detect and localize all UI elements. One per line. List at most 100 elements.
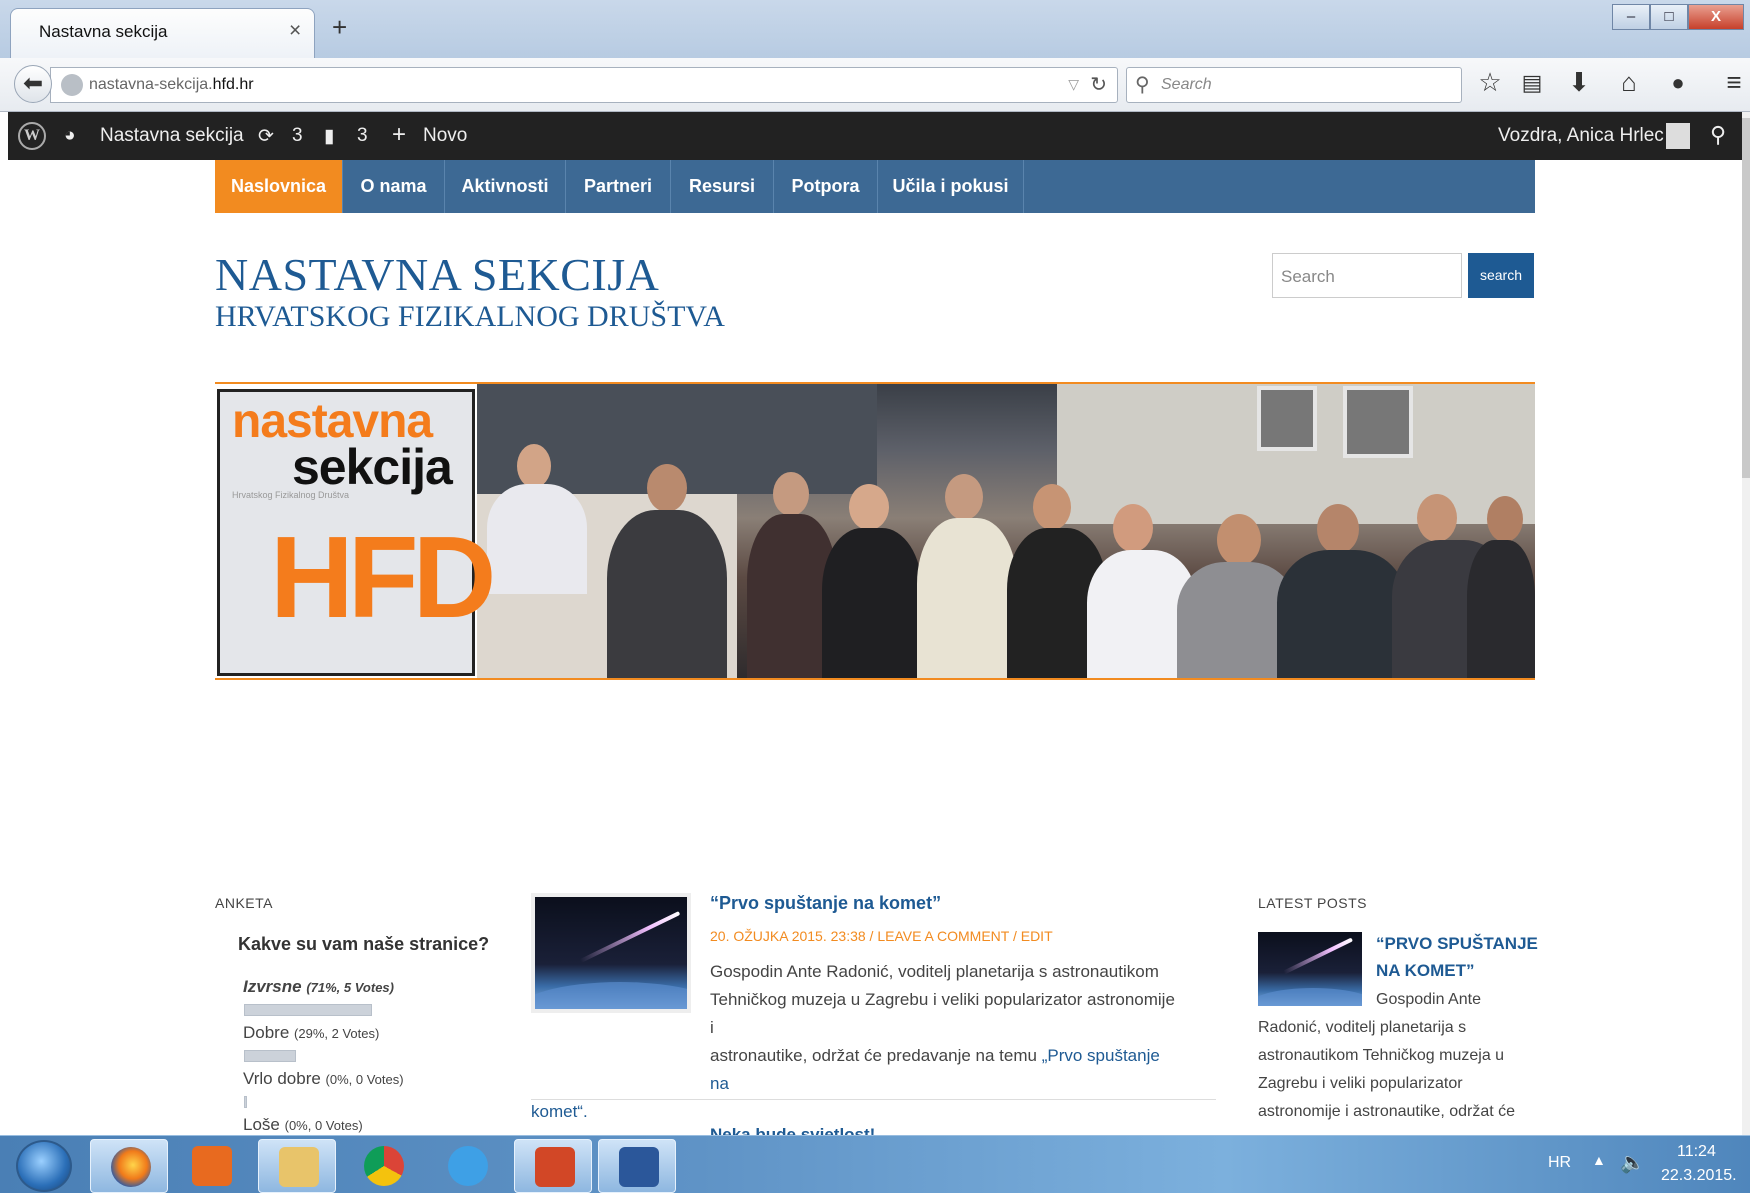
clock-time[interactable]: 11:24 bbox=[1677, 1143, 1716, 1161]
latest-post-excerpt-first: Gospodin Ante bbox=[1376, 991, 1481, 1008]
language-indicator[interactable]: HR bbox=[1548, 1154, 1571, 1172]
taskbar-media-player[interactable] bbox=[172, 1139, 250, 1193]
minimize-button[interactable]: – bbox=[1612, 4, 1650, 30]
site-navigation: Naslovnica O nama Aktivnosti Partneri Re… bbox=[215, 160, 1535, 213]
poll-widget-title: ANKETA bbox=[215, 895, 273, 911]
back-button[interactable]: ⬅ bbox=[14, 65, 52, 103]
comments-icon[interactable]: ▮ bbox=[324, 125, 334, 148]
browser-toolbar: nastavna-sekcija.hfd.hr ▽ ↻ ⬅ ⚲ Search ☆… bbox=[0, 58, 1750, 112]
poll-answer-stats: (29%, 2 Votes) bbox=[294, 1026, 380, 1041]
clock-date[interactable]: 22.3.2015. bbox=[1661, 1167, 1737, 1185]
taskbar-powerpoint[interactable] bbox=[514, 1139, 592, 1193]
new-tab-button[interactable]: + bbox=[332, 12, 347, 43]
nav-item-aktivnosti[interactable]: Aktivnosti bbox=[445, 160, 566, 213]
latest-post-excerpt-rest: Radonić, voditelj planetarija s astronau… bbox=[1258, 1019, 1516, 1120]
firefox-icon bbox=[111, 1147, 151, 1187]
poll-bar bbox=[244, 1050, 296, 1062]
site-search-input[interactable]: Search bbox=[1272, 253, 1462, 298]
post-divider bbox=[531, 1099, 1216, 1100]
poll-answer-label: Dobre bbox=[243, 1023, 290, 1042]
bookmark-star-icon[interactable]: ☆ bbox=[1473, 67, 1507, 98]
poll-answer: Vrlo dobre (0%, 0 Votes) bbox=[243, 1069, 404, 1089]
poll-answer-label: Izvrsne bbox=[243, 977, 302, 996]
chrome-icon bbox=[364, 1146, 404, 1186]
taskbar-word[interactable] bbox=[598, 1139, 676, 1193]
user-greeting[interactable]: Vozdra, Anica Hrlec bbox=[1498, 125, 1664, 147]
wp-admin-bar: W ◕ Nastavna sekcija ⟳ 3 ▮ 3 + Novo Vozd… bbox=[8, 112, 1742, 160]
avatar[interactable] bbox=[1666, 123, 1690, 149]
poll-answer-stats: (0%, 0 Votes) bbox=[284, 1118, 363, 1133]
bookmarks-list-icon[interactable]: ▤ bbox=[1515, 70, 1549, 96]
close-window-button[interactable]: X bbox=[1688, 4, 1744, 30]
reload-icon[interactable]: ↻ bbox=[1090, 72, 1107, 97]
post-excerpt-line: astronautike, održat će predavanje na te… bbox=[531, 1042, 1181, 1098]
tab-title: Nastavna sekcija bbox=[39, 22, 168, 41]
new-content-link[interactable]: Novo bbox=[423, 125, 467, 147]
chat-icon[interactable]: ● bbox=[1661, 70, 1695, 96]
comments-count[interactable]: 3 bbox=[357, 125, 368, 147]
nav-item-ucila-i-pokusi[interactable]: Učila i pokusi bbox=[878, 160, 1024, 213]
dashboard-icon: ◕ bbox=[64, 125, 76, 146]
show-hidden-icons[interactable]: ▲ bbox=[1592, 1152, 1606, 1168]
browser-search-field[interactable]: ⚲ Search bbox=[1126, 67, 1462, 103]
browser-tab[interactable]: Nastavna sekcija × bbox=[10, 8, 315, 58]
logo-text-drustvo: Hrvatskog Fizikalnog Društva bbox=[232, 490, 350, 500]
admin-search-icon[interactable]: ⚲ bbox=[1710, 122, 1726, 148]
word-icon bbox=[619, 1147, 659, 1187]
media-player-icon bbox=[192, 1146, 232, 1186]
site-title[interactable]: NASTAVNA SEKCIJA bbox=[215, 248, 659, 301]
address-bar[interactable]: nastavna-sekcija.hfd.hr ▽ ↻ bbox=[50, 67, 1118, 103]
taskbar-internet-explorer[interactable] bbox=[428, 1139, 506, 1193]
poll-bar bbox=[244, 1096, 247, 1108]
poll-answer-stats: (71%, 5 Votes) bbox=[306, 980, 394, 995]
folder-icon bbox=[279, 1147, 319, 1187]
browser-tab-strip: Nastavna sekcija × + – □ X bbox=[0, 0, 1750, 58]
download-icon[interactable]: ⬇ bbox=[1562, 67, 1596, 98]
taskbar-firefox[interactable] bbox=[90, 1139, 168, 1193]
nav-item-resursi[interactable]: Resursi bbox=[671, 160, 774, 213]
post-title-link[interactable]: “Prvo spuštanje na komet” bbox=[710, 893, 941, 914]
home-icon[interactable]: ⌂ bbox=[1612, 67, 1646, 98]
wordpress-logo-icon[interactable]: W bbox=[18, 122, 46, 150]
post-link-end[interactable]: komet“. bbox=[531, 1102, 588, 1121]
header-banner: nastavna sekcija Hrvatskog Fizikalnog Dr… bbox=[215, 382, 1535, 680]
taskbar-explorer[interactable] bbox=[258, 1139, 336, 1193]
hfd-logo: nastavna sekcija Hrvatskog Fizikalnog Dr… bbox=[217, 389, 496, 676]
url-host: hfd.hr bbox=[212, 76, 254, 93]
admin-site-name[interactable]: Nastavna sekcija bbox=[100, 125, 244, 147]
volume-icon[interactable]: 🔈 bbox=[1620, 1150, 1645, 1175]
poll-answer-stats: (0%, 0 Votes) bbox=[325, 1072, 404, 1087]
maximize-button[interactable]: □ bbox=[1650, 4, 1688, 30]
poll-answer-label: Vrlo dobre bbox=[243, 1069, 321, 1088]
close-tab-icon[interactable]: × bbox=[289, 19, 301, 43]
nav-item-o-nama[interactable]: O nama bbox=[343, 160, 445, 213]
post-excerpt-text: astronautike, održat će predavanje na te… bbox=[710, 1046, 1042, 1065]
site-search-button[interactable]: search bbox=[1468, 253, 1534, 298]
nav-item-partneri[interactable]: Partneri bbox=[566, 160, 671, 213]
poll-bar bbox=[244, 1004, 372, 1016]
updates-icon[interactable]: ⟳ bbox=[258, 125, 274, 148]
menu-icon[interactable]: ≡ bbox=[1717, 67, 1750, 98]
nav-item-naslovnica[interactable]: Naslovnica bbox=[215, 160, 343, 213]
latest-post-title[interactable]: “PRVO SPUŠTANJE NA KOMET” bbox=[1376, 930, 1546, 984]
powerpoint-icon bbox=[535, 1147, 575, 1187]
post-excerpt: Gospodin Ante Radonić, voditelj planetar… bbox=[531, 958, 1181, 1126]
poll-answer: Izvrsne (71%, 5 Votes) bbox=[243, 977, 394, 997]
url-dropdown-icon[interactable]: ▽ bbox=[1068, 76, 1079, 93]
logo-mark-hfd: HFD bbox=[270, 512, 496, 642]
latest-posts-widget-title: LATEST POSTS bbox=[1258, 895, 1367, 911]
updates-count[interactable]: 3 bbox=[292, 125, 303, 147]
window-controls: – □ X bbox=[1612, 4, 1744, 30]
scrollbar-thumb[interactable] bbox=[1742, 118, 1750, 478]
windows-taskbar: HR ▲ 🔈 11:24 22.3.2015. bbox=[0, 1135, 1750, 1193]
taskbar-chrome[interactable] bbox=[344, 1139, 422, 1193]
banner-photo bbox=[477, 384, 1535, 678]
poll-answer: Loše (0%, 0 Votes) bbox=[243, 1115, 363, 1135]
start-button[interactable] bbox=[16, 1140, 72, 1192]
plus-icon[interactable]: + bbox=[392, 121, 406, 149]
post-excerpt-line: Gospodin Ante Radonić, voditelj planetar… bbox=[710, 962, 1159, 981]
nav-item-potpora[interactable]: Potpora bbox=[774, 160, 878, 213]
post-meta[interactable]: 20. OŽUJKA 2015. 23:38 / LEAVE A COMMENT… bbox=[710, 928, 1053, 944]
browser-search-placeholder: Search bbox=[1161, 76, 1212, 93]
poll-answer: Dobre (29%, 2 Votes) bbox=[243, 1023, 379, 1043]
